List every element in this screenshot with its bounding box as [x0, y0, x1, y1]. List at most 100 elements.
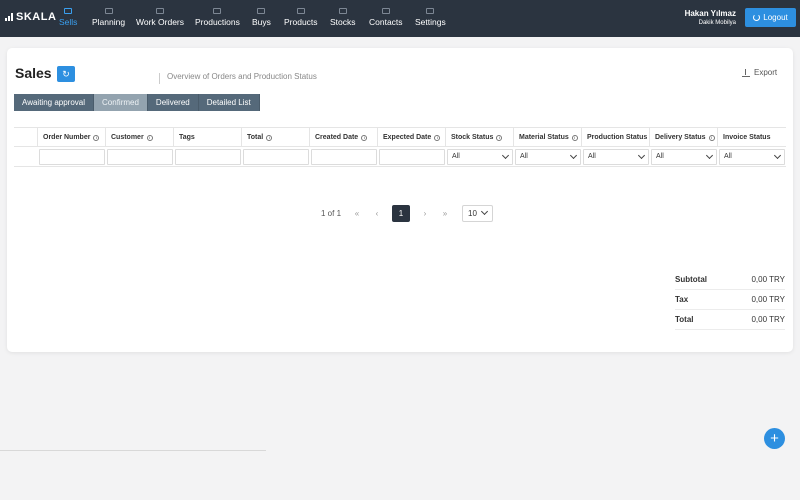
- filter-cell: All: [514, 147, 582, 166]
- tab-detailed-list[interactable]: Detailed List: [198, 94, 260, 111]
- nav-item-buys[interactable]: Buys: [252, 8, 271, 30]
- invoice-status-filter-select[interactable]: All: [719, 148, 785, 165]
- total-label: Subtotal: [675, 275, 707, 284]
- column-header-invoice-status[interactable]: Invoice Status: [718, 128, 786, 147]
- nav-label: Buys: [252, 17, 271, 27]
- column-header-total[interactable]: Total i: [242, 128, 310, 147]
- logout-button[interactable]: Logout: [745, 8, 796, 27]
- material-status-filter-select[interactable]: All: [515, 148, 581, 165]
- page-subtitle: Overview of Orders and Production Status: [167, 72, 317, 81]
- order-number-filter-input[interactable]: [39, 148, 105, 165]
- first-page-button[interactable]: «: [352, 209, 362, 218]
- refresh-icon: ↻: [62, 68, 70, 79]
- info-icon[interactable]: i: [496, 134, 503, 141]
- previous-page-button[interactable]: ‹: [372, 209, 382, 218]
- tab-confirmed[interactable]: Confirmed: [94, 94, 148, 111]
- subtotal-row: Subtotal 0,00 TRY: [675, 270, 785, 290]
- nav-item-sells[interactable]: Sells: [59, 8, 77, 30]
- power-icon: [753, 14, 761, 21]
- column-header-tags[interactable]: Tags: [174, 128, 242, 147]
- column-header-production-status[interactable]: Production Statusi: [582, 128, 650, 147]
- app-logo[interactable]: SKALA: [5, 11, 56, 23]
- row-selector-filter: [14, 147, 38, 166]
- production-status-filter-select[interactable]: All: [583, 148, 649, 165]
- column-label: Invoice Status: [723, 134, 771, 141]
- column-label: Delivery Status: [655, 134, 706, 141]
- column-header-order-number[interactable]: Order Number i: [38, 128, 106, 147]
- cart-icon: [257, 8, 266, 14]
- column-header-customer[interactable]: Customer i: [106, 128, 174, 147]
- top-navigation-bar: SKALA Sells Planning Work Orders Product…: [0, 0, 800, 37]
- total-filter-input[interactable]: [243, 148, 309, 165]
- tags-filter-input[interactable]: [175, 148, 241, 165]
- scrollbar-track[interactable]: [0, 450, 266, 451]
- orders-table: Order Number i Customer i Tags Total i Crea…: [14, 127, 786, 167]
- filter-cell: [310, 147, 378, 166]
- column-label: Created Date: [315, 134, 359, 141]
- column-header-expected-date[interactable]: Expected Date i: [378, 128, 446, 147]
- export-button[interactable]: Export: [742, 68, 777, 77]
- filter-cell: [38, 147, 106, 166]
- nav-item-work-orders[interactable]: Work Orders: [136, 8, 184, 30]
- column-label: Material Status: [519, 134, 569, 141]
- refresh-button[interactable]: ↻: [57, 66, 75, 82]
- info-icon[interactable]: i: [93, 134, 100, 141]
- select-value: All: [452, 153, 460, 160]
- filter-cell: [174, 147, 242, 166]
- expected-date-filter-input[interactable]: [379, 148, 445, 165]
- tab-delivered[interactable]: Delivered: [147, 94, 199, 111]
- page-size-value: 10: [468, 208, 477, 218]
- nav-label: Products: [284, 17, 318, 27]
- title-divider: [159, 73, 160, 84]
- column-label: Production Status: [587, 134, 648, 141]
- table-filter-row: All All All All All: [14, 147, 786, 166]
- info-icon[interactable]: i: [361, 134, 368, 141]
- select-value: All: [656, 153, 664, 160]
- column-header-material-status[interactable]: Material Status i: [514, 128, 582, 147]
- column-header-created-date[interactable]: Created Date i: [310, 128, 378, 147]
- info-icon[interactable]: i: [266, 134, 273, 141]
- filter-cell: All: [650, 147, 718, 166]
- nav-item-planning[interactable]: Planning: [92, 8, 125, 30]
- page-title: Sales: [15, 65, 52, 81]
- logo-bars-icon: [5, 13, 13, 21]
- nav-item-stocks[interactable]: Stocks: [330, 8, 356, 30]
- created-date-filter-input[interactable]: [311, 148, 377, 165]
- customer-filter-input[interactable]: [107, 148, 173, 165]
- tax-row: Tax 0,00 TRY: [675, 290, 785, 310]
- gear-icon: [213, 8, 222, 14]
- column-header-delivery-status[interactable]: Delivery Status i: [650, 128, 718, 147]
- next-page-button[interactable]: ›: [420, 209, 430, 218]
- info-icon[interactable]: i: [434, 134, 441, 141]
- table-header-row: Order Number i Customer i Tags Total i Crea…: [14, 128, 786, 147]
- column-label: Customer: [111, 134, 144, 141]
- page-size-select[interactable]: 10: [462, 204, 494, 222]
- logo-text: SKALA: [16, 11, 57, 23]
- tab-awaiting-approval[interactable]: Awaiting approval: [14, 94, 95, 111]
- stock-status-filter-select[interactable]: All: [447, 148, 513, 165]
- nav-label: Work Orders: [136, 17, 185, 27]
- last-page-button[interactable]: »: [440, 209, 450, 218]
- status-tabs: Awaiting approval Confirmed Delivered De…: [14, 94, 260, 111]
- nav-item-productions[interactable]: Productions: [195, 8, 240, 30]
- nav-item-contacts[interactable]: Contacts: [369, 8, 403, 30]
- column-label: Stock Status: [451, 134, 494, 141]
- filter-cell: [242, 147, 310, 166]
- column-header-stock-status[interactable]: Stock Status i: [446, 128, 514, 147]
- receipt-icon: [64, 8, 73, 14]
- info-icon[interactable]: i: [571, 134, 578, 141]
- column-label: Order Number: [43, 134, 91, 141]
- pagination: 1 of 1 « ‹ 1 › » 10: [321, 204, 494, 222]
- add-button[interactable]: +: [764, 428, 785, 449]
- select-value: All: [724, 153, 732, 160]
- delivery-status-filter-select[interactable]: All: [651, 148, 717, 165]
- nav-item-settings[interactable]: Settings: [415, 8, 446, 30]
- nav-item-products[interactable]: Products: [284, 8, 318, 30]
- current-page-button[interactable]: 1: [392, 204, 411, 222]
- page-info: 1 of 1: [321, 208, 342, 218]
- info-icon[interactable]: i: [708, 134, 715, 141]
- export-label: Export: [754, 68, 778, 77]
- totals-summary: Subtotal 0,00 TRY Tax 0,00 TRY Total 0,0…: [675, 270, 785, 330]
- info-icon[interactable]: i: [146, 134, 153, 141]
- column-label: Total: [247, 134, 264, 141]
